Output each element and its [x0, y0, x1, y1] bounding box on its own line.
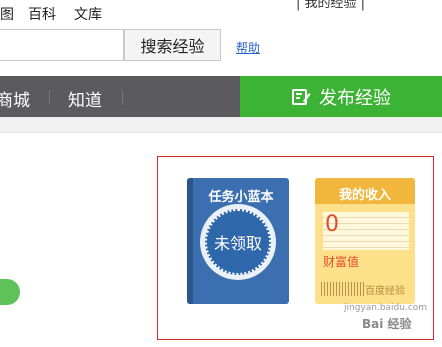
watermark-logo: Bai 经验 [362, 317, 412, 331]
green-pill[interactable] [0, 279, 20, 305]
watermark-url: jingyan.baidu.com [344, 303, 428, 313]
wealth-value: 0 [325, 212, 339, 237]
barcode-icon [321, 282, 365, 296]
user-links[interactable]: | 我的经验 | [296, 0, 365, 11]
help-link[interactable]: 帮助 [236, 39, 260, 56]
nav-divider [49, 90, 50, 105]
income-card-title: 我的收入 [338, 188, 391, 203]
top-navigation: 图 百科 文库 | 我的经验 | [0, 0, 442, 26]
publish-experience-button[interactable]: 发布经验 [240, 76, 442, 117]
nav-divider [122, 90, 123, 105]
task-book[interactable]: 任务小蓝本 未领取 [187, 178, 289, 304]
income-card[interactable]: 我的收入 0 财富值 百度经验 [315, 178, 415, 304]
search-input[interactable] [0, 29, 124, 61]
publish-label: 发布经验 [319, 87, 391, 109]
stamp-inner: 未领取 [205, 209, 271, 275]
nav-link-baike[interactable]: 百科 [28, 4, 56, 24]
nav-link-map[interactable]: 图 [0, 4, 14, 24]
task-book-status: 未领取 [213, 234, 262, 253]
sub-bar [0, 117, 442, 133]
stamp-icon: 未领取 [200, 204, 276, 280]
nav-item-zhidao[interactable]: 知道 [68, 86, 102, 111]
search-button[interactable]: 搜索经验 [124, 29, 221, 61]
task-book-title: 任务小蓝本 [208, 190, 274, 205]
brand-label: 百度经验 [365, 286, 405, 297]
nav-link-wenku[interactable]: 文库 [74, 4, 102, 24]
edit-icon [292, 88, 311, 105]
nav-item-mall[interactable]: 商城 [0, 86, 30, 111]
wealth-caption: 财富值 [323, 255, 360, 269]
